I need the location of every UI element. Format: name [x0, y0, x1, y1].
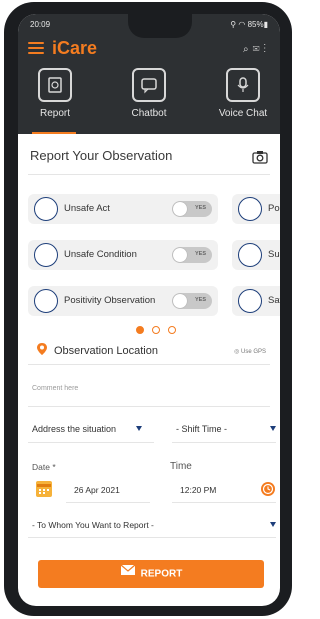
toggle-text: YES	[194, 251, 206, 257]
card-label: Pos	[268, 203, 280, 214]
unsafe-condition-icon	[34, 243, 58, 267]
location-pin-icon	[36, 342, 48, 356]
microphone-icon	[226, 68, 260, 102]
divider	[28, 442, 154, 443]
safety-icon	[238, 289, 262, 313]
status-time: 20:09	[30, 20, 51, 29]
divider	[28, 364, 270, 365]
card-label: Positivity Observation	[64, 295, 156, 306]
positivity-icon	[34, 289, 58, 313]
notification-icon[interactable]: ✉	[253, 44, 264, 55]
clock-icon[interactable]	[261, 482, 275, 496]
observation-type-partial[interactable]: Pos	[232, 194, 280, 224]
situation-dropdown[interactable]: Address the situation	[32, 424, 116, 434]
chevron-down-icon	[136, 426, 142, 431]
search-icon[interactable]: ⌕	[243, 44, 253, 55]
tab-voice-chat[interactable]: Voice Chat	[208, 68, 278, 128]
report-icon	[38, 68, 72, 102]
unsafe-act-icon	[34, 197, 58, 221]
divider	[28, 406, 270, 407]
divider	[66, 502, 150, 503]
calendar-icon[interactable]	[36, 481, 52, 497]
suspicious-icon	[238, 243, 262, 267]
camera-notch	[128, 14, 192, 38]
divider	[28, 174, 270, 175]
card-label: Saf	[268, 295, 280, 306]
date-value[interactable]: 26 Apr 2021	[74, 485, 120, 495]
tab-chatbot[interactable]: Chatbot	[114, 68, 184, 128]
divider	[172, 502, 276, 503]
gps-label: Use GPS	[240, 349, 266, 355]
report-to-dropdown[interactable]: - To Whom You Want to Report -	[32, 520, 154, 530]
chatbot-icon	[132, 68, 166, 102]
divider	[28, 537, 276, 538]
card-label: Sus	[268, 249, 280, 260]
phone-frame: 20:09 ⚲ ◠ 85%▮ iCare ⌕✉⋮ Report Chatbot …	[4, 2, 292, 616]
envelope-icon	[120, 560, 136, 588]
pager-dot-active[interactable]	[136, 326, 144, 334]
toggle-text: YES	[194, 297, 206, 303]
chevron-down-icon	[270, 522, 276, 527]
observation-type-unsafe-act[interactable]: Unsafe Act YES	[28, 194, 218, 224]
date-label: Date *	[32, 462, 56, 472]
app-title: iCare	[52, 38, 98, 58]
menu-icon[interactable]	[28, 42, 44, 54]
chevron-down-icon	[270, 426, 276, 431]
positivity-toggle[interactable]: YES	[172, 293, 212, 309]
tab-report[interactable]: Report	[20, 68, 90, 128]
tab-label: Voice Chat	[218, 108, 268, 119]
observation-type-unsafe-condition[interactable]: Unsafe Condition YES	[28, 240, 218, 270]
divider	[172, 442, 276, 443]
observation-type-partial[interactable]: Saf	[232, 286, 280, 316]
observation-type-positivity[interactable]: Positivity Observation YES	[28, 286, 218, 316]
card-label: Unsafe Condition	[64, 249, 137, 260]
status-indicators: ⚲ ◠ 85%▮	[230, 20, 268, 29]
camera-icon[interactable]	[252, 150, 268, 164]
unsafe-act-toggle[interactable]: YES	[172, 201, 212, 217]
report-button[interactable]: REPORT	[38, 560, 264, 588]
report-button-label: REPORT	[140, 568, 183, 580]
time-label: Time	[170, 461, 192, 472]
shift-time-dropdown[interactable]: - Shift Time -	[176, 424, 227, 434]
tab-label: Chatbot	[131, 108, 167, 119]
page-title: Report Your Observation	[30, 148, 173, 163]
comment-input[interactable]: Comment here	[32, 385, 78, 392]
unsafe-condition-toggle[interactable]: YES	[172, 247, 212, 263]
positive-icon	[238, 197, 262, 221]
pager-dot[interactable]	[168, 326, 176, 334]
location-label: Observation Location	[54, 345, 158, 357]
tab-label: Report	[39, 108, 70, 119]
observation-type-partial[interactable]: Sus	[232, 240, 280, 270]
screen: 20:09 ⚲ ◠ 85%▮ iCare ⌕✉⋮ Report Chatbot …	[18, 14, 280, 606]
card-label: Unsafe Act	[64, 203, 110, 214]
more-icon[interactable]: ⋮	[264, 44, 271, 55]
active-tab-indicator	[32, 132, 76, 134]
header-actions: ⌕✉⋮	[243, 44, 270, 55]
time-value[interactable]: 12:20 PM	[180, 485, 216, 495]
toggle-text: YES	[194, 205, 206, 211]
use-gps-button[interactable]: ◎ Use GPS	[234, 348, 266, 355]
pager-dot[interactable]	[152, 326, 160, 334]
